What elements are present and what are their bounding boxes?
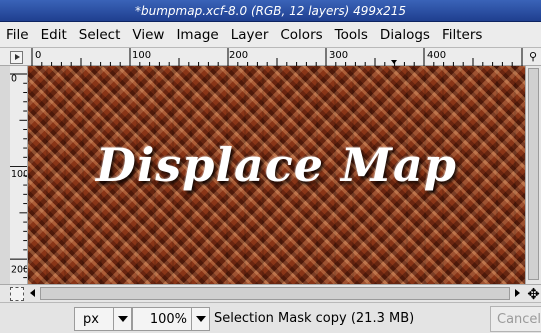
- magnifier-icon[interactable]: ⚲: [526, 50, 540, 64]
- vruler-label-0: 0: [11, 74, 17, 85]
- quick-mask-icon[interactable]: [10, 287, 24, 301]
- menu-view[interactable]: View: [126, 27, 170, 43]
- ruler-row: 0 100 200 300 400 ⚲: [0, 48, 541, 66]
- scroll-right-icon[interactable]: [515, 289, 520, 297]
- vertical-ruler[interactable]: 0 100 200: [10, 66, 28, 286]
- menu-layer[interactable]: Layer: [225, 27, 275, 43]
- left-strip: [0, 66, 10, 302]
- unit-value: px: [83, 311, 99, 327]
- menu-file[interactable]: File: [4, 27, 35, 43]
- vertical-scrollbar[interactable]: [525, 66, 541, 284]
- horizontal-scrollbar-row: ✥: [0, 284, 541, 303]
- scroll-left-icon[interactable]: [30, 289, 35, 297]
- ruler-label-100: 100: [132, 50, 151, 61]
- menu-bar: File Edit Select View Image Layer Colors…: [0, 22, 541, 48]
- menu-tools[interactable]: Tools: [329, 27, 374, 43]
- ruler-label-400: 400: [427, 50, 446, 61]
- canvas-text: Displace Map: [96, 138, 457, 192]
- ruler-label-300: 300: [329, 50, 348, 61]
- menu-filters[interactable]: Filters: [436, 27, 488, 43]
- chevron-down-icon[interactable]: [191, 308, 209, 330]
- image-canvas[interactable]: Displace Map: [28, 66, 525, 284]
- horizontal-ruler[interactable]: 0 100 200 300 400: [28, 48, 525, 66]
- zoom-value: 100%: [149, 311, 187, 327]
- pointer-marker-icon: [391, 60, 397, 64]
- vruler-label-200: 200: [11, 264, 28, 275]
- cancel-button[interactable]: Cancel: [490, 306, 541, 332]
- menu-image[interactable]: Image: [170, 27, 224, 43]
- ruler-label-0: 0: [35, 50, 41, 61]
- menu-dialogs[interactable]: Dialogs: [374, 27, 436, 43]
- menu-select[interactable]: Select: [73, 27, 127, 43]
- menu-colors[interactable]: Colors: [274, 27, 328, 43]
- status-message: Selection Mask copy (21.3 MB): [214, 311, 415, 326]
- zoom-select[interactable]: 100%: [132, 307, 210, 331]
- horizontal-scroll-thumb[interactable]: [40, 287, 510, 300]
- navigate-cross-icon[interactable]: ✥: [526, 285, 541, 303]
- vertical-scroll-thumb[interactable]: [528, 68, 539, 280]
- window-titlebar[interactable]: *bumpmap.xcf-8.0 (RGB, 12 layers) 499x21…: [0, 0, 541, 22]
- triangle-right-icon[interactable]: [10, 51, 23, 64]
- vruler-label-100: 100: [11, 169, 28, 180]
- unit-select[interactable]: px: [74, 307, 132, 331]
- ruler-label-200: 200: [229, 50, 248, 61]
- window-title: *bumpmap.xcf-8.0 (RGB, 12 layers) 499x21…: [135, 3, 406, 18]
- chevron-down-icon[interactable]: [113, 308, 131, 330]
- status-bar: px 100% Selection Mask copy (21.3 MB) Ca…: [0, 302, 541, 333]
- menu-edit[interactable]: Edit: [35, 27, 73, 43]
